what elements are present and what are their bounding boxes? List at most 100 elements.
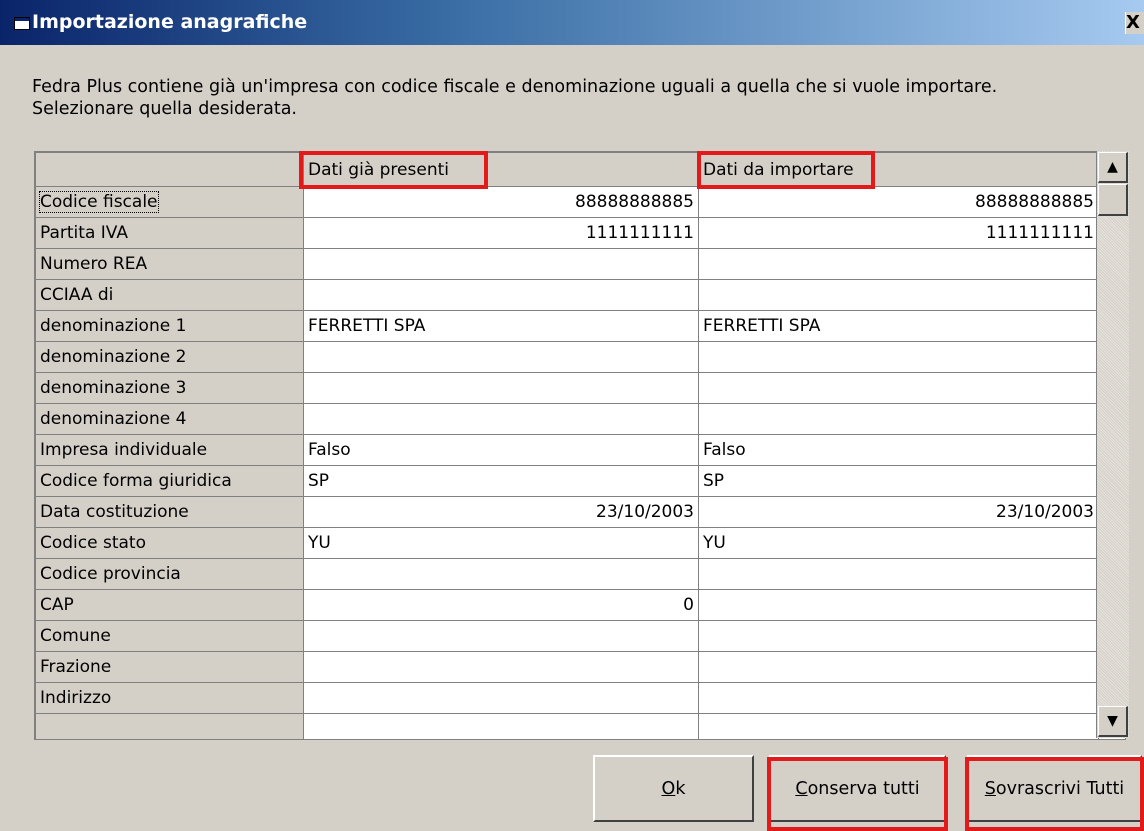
existing-value-cell[interactable]: 23/10/2003 [303, 496, 699, 528]
row-label: denominazione 3 [40, 378, 187, 398]
existing-value-cell[interactable] [303, 279, 699, 311]
imported-value-cell[interactable]: 1111111111 [698, 217, 1099, 249]
existing-value-cell[interactable] [303, 341, 699, 373]
row-label: denominazione 1 [40, 316, 187, 336]
row-header-cell[interactable]: Impresa individuale [35, 434, 304, 466]
vertical-scrollbar[interactable]: ▲ ▼ [1096, 151, 1129, 738]
existing-value-cell[interactable]: SP [303, 465, 699, 497]
table-row[interactable]: Frazione [35, 651, 1099, 683]
existing-value-cell[interactable] [303, 248, 699, 280]
existing-value-cell[interactable]: 1111111111 [303, 217, 699, 249]
imported-value-cell[interactable] [698, 620, 1099, 652]
table-row[interactable] [35, 713, 1099, 739]
imported-value-cell[interactable] [698, 248, 1099, 280]
imported-value-cell[interactable] [698, 372, 1099, 404]
row-header-cell[interactable]: Numero REA [35, 248, 304, 280]
table-row[interactable]: Comune [35, 620, 1099, 652]
imported-value-cell[interactable]: Falso [698, 434, 1099, 466]
row-header-cell[interactable]: denominazione 1 [35, 310, 304, 342]
header-row: Dati già presenti Dati da importare [35, 152, 1099, 187]
imported-value-cell[interactable] [698, 279, 1099, 311]
table-row[interactable]: denominazione 4 [35, 403, 1099, 435]
row-header-cell[interactable]: Frazione [35, 651, 304, 683]
close-button[interactable]: X [1125, 12, 1144, 34]
existing-value-cell[interactable]: 88888888885 [303, 186, 699, 218]
scroll-up-button[interactable]: ▲ [1098, 152, 1128, 183]
row-header-cell[interactable]: Partita IVA [35, 217, 304, 249]
keep-all-button-label: onserva tutti [807, 778, 920, 799]
info-message-line-2: Selezionare quella desiderata. [32, 99, 297, 119]
ok-button[interactable]: Ok [593, 755, 754, 822]
title-bar: Importazione anagrafiche X [0, 0, 1144, 45]
keep-all-button[interactable]: Conserva tutti [769, 755, 946, 822]
existing-value-cell[interactable] [303, 713, 699, 739]
row-label: Impresa individuale [40, 440, 208, 460]
ok-button-label: k [675, 778, 686, 799]
corner-header-cell [35, 152, 304, 187]
imported-value-cell[interactable] [698, 713, 1099, 739]
imported-value-cell[interactable]: 88888888885 [698, 186, 1099, 218]
window-app-icon [14, 17, 30, 30]
table-row[interactable]: Codice forma giuridica SP SP [35, 465, 1099, 497]
table-row[interactable]: CCIAA di [35, 279, 1099, 311]
row-label: denominazione 4 [40, 409, 187, 429]
row-label: Codice forma giuridica [40, 471, 232, 491]
row-header-cell[interactable]: Codice fiscale [35, 186, 304, 218]
imported-value-cell[interactable] [698, 558, 1099, 590]
row-label: denominazione 2 [40, 347, 187, 367]
row-header-cell[interactable]: CAP [35, 589, 304, 621]
row-header-cell[interactable]: denominazione 2 [35, 341, 304, 373]
scroll-thumb[interactable] [1098, 184, 1128, 216]
imported-value-cell[interactable]: FERRETTI SPA [698, 310, 1099, 342]
table-row[interactable]: denominazione 1 FERRETTI SPA FERRETTI SPA [35, 310, 1099, 342]
overwrite-all-button-label: ovrascrivi Tutti [995, 778, 1125, 799]
imported-value-cell[interactable]: 23/10/2003 [698, 496, 1099, 528]
row-header-cell[interactable]: Codice provincia [35, 558, 304, 590]
row-label: Indirizzo [40, 688, 112, 708]
table-row[interactable]: Codice fiscale 88888888885 88888888885 [35, 186, 1099, 218]
info-message-line-1: Fedra Plus contiene già un'impresa con c… [32, 77, 998, 97]
imported-value-cell[interactable] [698, 589, 1099, 621]
table-row[interactable]: CAP 0 [35, 589, 1099, 621]
existing-value-cell[interactable] [303, 403, 699, 435]
imported-value-cell[interactable]: SP [698, 465, 1099, 497]
row-header-cell[interactable]: denominazione 4 [35, 403, 304, 435]
existing-value-cell[interactable]: 0 [303, 589, 699, 621]
row-header-cell[interactable] [35, 713, 304, 739]
row-header-cell[interactable]: Data costituzione [35, 496, 304, 528]
row-header-cell[interactable]: denominazione 3 [35, 372, 304, 404]
row-header-cell[interactable]: Indirizzo [35, 682, 304, 714]
existing-value-cell[interactable] [303, 651, 699, 683]
imported-value-cell[interactable]: YU [698, 527, 1099, 559]
table-row[interactable]: Partita IVA 1111111111 1111111111 [35, 217, 1099, 249]
overwrite-all-button[interactable]: Sovrascrivi Tutti [967, 755, 1142, 822]
row-header-cell[interactable]: Codice stato [35, 527, 304, 559]
existing-value-cell[interactable]: FERRETTI SPA [303, 310, 699, 342]
existing-value-cell[interactable]: Falso [303, 434, 699, 466]
existing-value-cell[interactable] [303, 558, 699, 590]
table-row[interactable]: Codice stato YU YU [35, 527, 1099, 559]
imported-value-cell[interactable] [698, 341, 1099, 373]
table-row[interactable]: denominazione 3 [35, 372, 1099, 404]
row-header-cell[interactable]: Codice forma giuridica [35, 465, 304, 497]
table-row[interactable]: Codice provincia [35, 558, 1099, 590]
row-label: CCIAA di [40, 285, 114, 305]
existing-value-cell[interactable] [303, 620, 699, 652]
row-header-cell[interactable]: Comune [35, 620, 304, 652]
scroll-down-button[interactable]: ▼ [1098, 706, 1128, 737]
column-header-existing[interactable]: Dati già presenti [303, 152, 699, 187]
table-row[interactable]: Indirizzo [35, 682, 1099, 714]
table-row[interactable]: Impresa individuale Falso Falso [35, 434, 1099, 466]
existing-value-cell[interactable]: YU [303, 527, 699, 559]
comparison-table: Dati già presenti Dati da importare Codi… [35, 152, 1099, 739]
existing-value-cell[interactable] [303, 682, 699, 714]
row-header-cell[interactable]: CCIAA di [35, 279, 304, 311]
table-row[interactable]: Data costituzione 23/10/2003 23/10/2003 [35, 496, 1099, 528]
existing-value-cell[interactable] [303, 372, 699, 404]
table-row[interactable]: Numero REA [35, 248, 1099, 280]
imported-value-cell[interactable] [698, 651, 1099, 683]
imported-value-cell[interactable] [698, 403, 1099, 435]
column-header-imported[interactable]: Dati da importare [698, 152, 1099, 187]
imported-value-cell[interactable] [698, 682, 1099, 714]
table-row[interactable]: denominazione 2 [35, 341, 1099, 373]
